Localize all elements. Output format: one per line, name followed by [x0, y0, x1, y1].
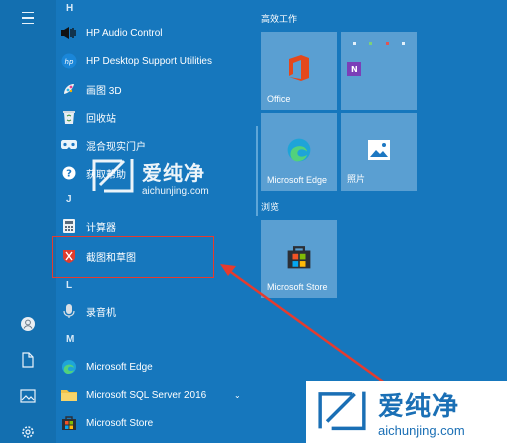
watermark-box: 爱纯净 aichunjing.com	[306, 381, 507, 443]
annotation-arrow	[220, 264, 387, 386]
watermark-url: aichunjing.com	[378, 423, 465, 438]
watermark-brand: 爱纯净	[378, 392, 460, 422]
watermark-logo-icon	[314, 387, 370, 438]
